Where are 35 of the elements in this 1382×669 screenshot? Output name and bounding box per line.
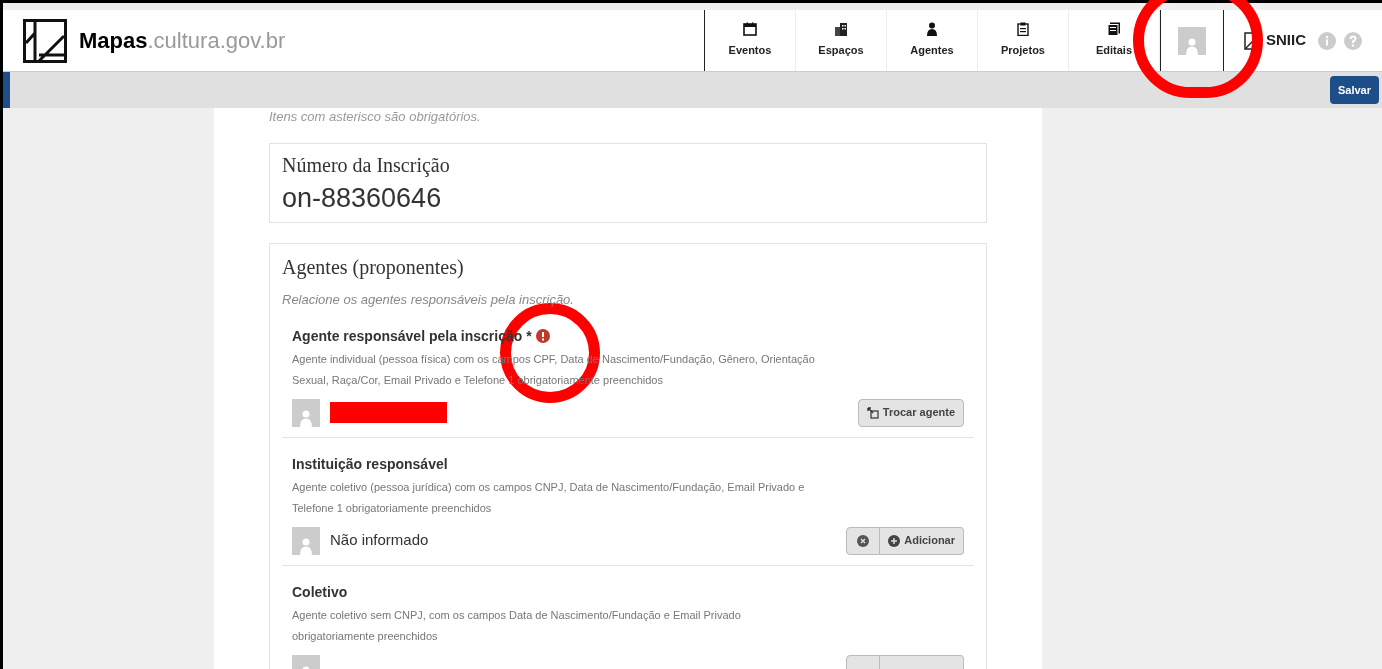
clipboard-icon [1016, 22, 1030, 37]
swap-icon [866, 406, 879, 419]
logo-icon [23, 18, 67, 63]
calendar-icon [743, 22, 757, 37]
avatar-placeholder [292, 398, 320, 427]
required-note: Itens com asterisco são obrigatórios. [269, 108, 482, 125]
person-icon [925, 22, 939, 37]
documents-icon [1107, 22, 1121, 37]
registration-number: on-88360646 [282, 182, 443, 215]
close-icon [857, 534, 870, 547]
sniic-label: SNIIC [1266, 30, 1306, 51]
user-avatar[interactable] [1178, 26, 1206, 55]
help-icon[interactable] [1344, 31, 1362, 50]
nav-link[interactable]: Editais [1069, 10, 1160, 71]
site-title: Mapas.cultura.gov.br [79, 27, 286, 55]
card-title: Agentes (proponentes) [282, 255, 465, 281]
card-subtitle: Relacione os agentes responsáveis pela inscrição. [282, 291, 575, 309]
plus-icon [888, 534, 901, 547]
field-description: Agente coletivo sem CNPJ, com os campos Data de Nascimento/Fundação e Email Privado obrigatoriamente preenchidos [292, 607, 742, 644]
section-heading: Coletivo [292, 582, 348, 602]
save-button[interactable]: Salvar [1329, 76, 1379, 104]
add-button[interactable]: Adicionar [880, 526, 964, 555]
nav-link[interactable]: Eventos [705, 10, 796, 71]
card-title: Número da Inscrição [282, 153, 451, 179]
agent-name: Não informado [330, 530, 429, 551]
nav-link[interactable]: Espaços [796, 10, 887, 71]
building-icon [834, 22, 848, 37]
field-description: Agente coletivo (pessoa jurídica) com os campos CNPJ, Data de Nascimento/Fundação, Email Privado e Telefone 1 obrigatoriamente preenchidos [292, 479, 806, 516]
nav-link[interactable]: Agentes [887, 10, 978, 71]
nav-link[interactable]: Projetos [978, 10, 1069, 71]
info-icon[interactable] [1318, 31, 1336, 50]
remove-button[interactable] [846, 526, 881, 555]
change-agent-button[interactable]: Trocar agente [857, 398, 964, 427]
section-heading: Instituição responsável [292, 454, 448, 474]
avatar-placeholder [292, 526, 320, 555]
